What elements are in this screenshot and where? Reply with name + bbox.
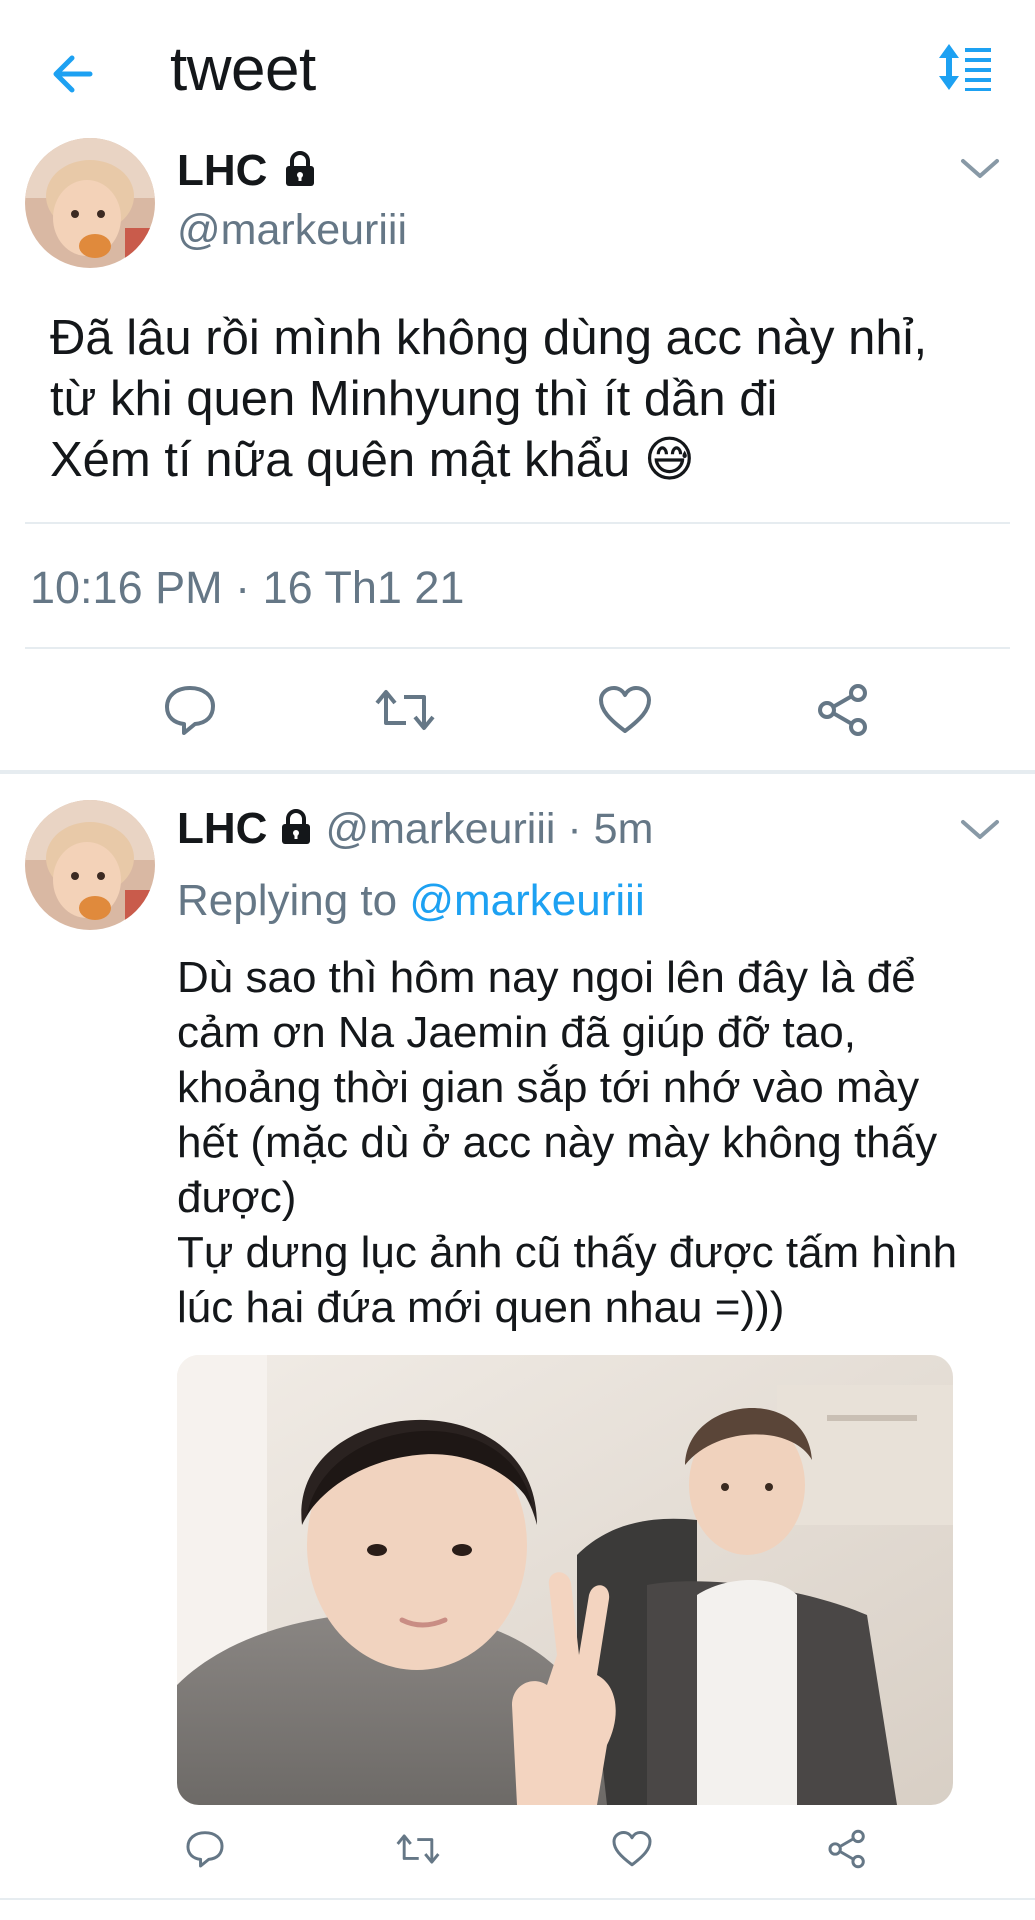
tweet-text-line: Đã lâu rồi mình không dùng acc này nhỉ,	[50, 311, 928, 365]
tweet-text: Đã lâu rồi mình không dùng acc này nhỉ, …	[50, 308, 1010, 491]
back-button[interactable]	[40, 42, 104, 106]
page-title: tweet	[170, 35, 316, 104]
display-name[interactable]: LHC	[177, 146, 267, 196]
sort-icon	[939, 44, 991, 91]
retweet-icon	[396, 1834, 440, 1864]
divider	[0, 1898, 1035, 1900]
display-name[interactable]: LHC	[177, 804, 267, 854]
reply-actions	[0, 1815, 1035, 1885]
tweet-text-line: hết (mặc dù ở acc này mày không thấy	[177, 1118, 938, 1167]
like-button[interactable]	[602, 1821, 662, 1877]
reply-button[interactable]	[155, 678, 225, 742]
emoji: 😅	[643, 433, 696, 487]
retweet-icon	[375, 690, 435, 730]
mention-link[interactable]: @markeuriii	[409, 876, 644, 925]
arrow-left-icon	[53, 55, 93, 93]
tweet-actions	[0, 650, 1035, 770]
retweet-button[interactable]	[388, 1821, 448, 1877]
tweet-text-line: được)	[177, 1173, 297, 1222]
tweet-menu-button[interactable]	[957, 815, 1003, 845]
replying-prefix: Replying to	[177, 876, 410, 925]
reply-icon	[186, 1831, 224, 1868]
tweet-text-line: lúc hai đứa mới quen nhau =)))	[177, 1283, 785, 1332]
divider	[25, 647, 1010, 649]
avatar[interactable]	[25, 800, 155, 930]
share-button[interactable]	[817, 1821, 877, 1877]
avatar[interactable]	[25, 138, 155, 268]
tweet-text-line: từ khi quen Minhyung thì ít dần đi	[50, 372, 778, 426]
tweet-timestamp: 10:16 PM · 16 Th1 21	[30, 562, 465, 613]
heart-icon	[612, 1831, 652, 1867]
share-icon	[818, 684, 867, 736]
chevron-down-icon	[961, 159, 999, 178]
author-handle[interactable]: @markeuriii	[177, 206, 407, 255]
share-icon	[828, 1829, 865, 1869]
author-row: LHC	[177, 146, 319, 196]
tweet-text-line: cảm ơn Na Jaemin đã giúp đỡ tao,	[177, 1008, 856, 1057]
top-bar: tweet	[0, 0, 1035, 140]
tweet-text-line: Xém tí nữa quên mật khẩu 😅	[50, 430, 1010, 491]
tweet-text-segment: Xém tí nữa quên mật khẩu	[50, 433, 631, 487]
tweet-text-line: khoảng thời gian sắp tới nhớ vào mày	[177, 1063, 920, 1112]
tweet-text-line: Tự dưng lục ảnh cũ thấy được tấm hình	[177, 1228, 958, 1277]
tweet-menu-button[interactable]	[957, 154, 1003, 184]
author-handle-time[interactable]: @markeuriii · 5m	[325, 805, 653, 854]
tweet-text: Dù sao thì hôm nay ngoi lên đây là để cả…	[177, 950, 1017, 1335]
tweet-photo[interactable]	[177, 1355, 953, 1805]
like-button[interactable]	[590, 678, 660, 742]
replying-to: Replying to @markeuriii	[177, 876, 645, 926]
divider	[25, 522, 1010, 524]
tweet-text-line: Dù sao thì hôm nay ngoi lên đây là để	[177, 953, 916, 1002]
share-button[interactable]	[808, 678, 878, 742]
sort-button[interactable]	[935, 42, 1005, 102]
reply-icon	[165, 686, 215, 735]
reply-author-row: LHC @markeuriii · 5m	[177, 804, 653, 854]
section-divider	[0, 770, 1035, 774]
lock-icon	[277, 808, 315, 851]
chevron-down-icon	[961, 820, 999, 839]
heart-icon	[599, 686, 651, 733]
retweet-button[interactable]	[370, 678, 440, 742]
lock-icon	[281, 150, 319, 193]
reply-button[interactable]	[175, 1821, 235, 1877]
